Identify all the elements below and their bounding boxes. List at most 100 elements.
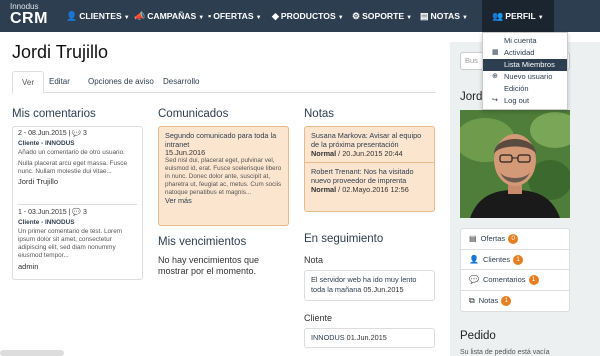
- nav-clientes-label: CLIENTES: [79, 11, 122, 21]
- nav-clientes[interactable]: 👤 CLIENTES ▼: [66, 0, 130, 32]
- menu-label: Log out: [504, 96, 530, 105]
- brand-logo[interactable]: Innodus CRM: [10, 3, 48, 27]
- nav-notas[interactable]: ▤ NOTAS ▼: [420, 0, 468, 32]
- nav-perfil[interactable]: 👥 PERFIL ▼: [482, 0, 554, 32]
- menu-label: Edición: [504, 84, 529, 93]
- megaphone-icon: 📣: [134, 11, 146, 21]
- comunicado-title-link[interactable]: Segundo comunicado para toda la intranet: [165, 131, 282, 149]
- nav-soporte-label: SOPORTE: [362, 11, 405, 21]
- tab-editar[interactable]: Editar: [40, 71, 79, 93]
- speech-bubble-icon: 💬: [72, 209, 82, 216]
- support-icon: ⚙: [352, 11, 361, 21]
- comunicado-card: Segundo comunicado para toda la intranet…: [158, 126, 289, 226]
- menu-label: Lista Miembros: [504, 60, 555, 69]
- comment-author: Jordi Trujillo: [18, 177, 59, 187]
- comments-card: 2 - 08.Jun.2015 | 💬 3 Cliente - INNODUS …: [12, 126, 143, 280]
- nota-priority: Normal: [311, 185, 337, 194]
- sidebar-item-label: Comentarios: [482, 275, 526, 284]
- nota-date: / 20.Jun.2015 20:44: [336, 149, 403, 158]
- nota-priority: Normal: [311, 149, 337, 158]
- briefcase-icon: ▪: [208, 11, 212, 21]
- sidebar-item-ofertas[interactable]: ▤ Ofertas 0: [461, 229, 569, 250]
- comment-client-link[interactable]: Cliente - INNODUS: [18, 219, 137, 227]
- nav-ofertas[interactable]: ▪ OFERTAS ▼: [208, 0, 262, 32]
- plus-circle-icon: ⊕: [492, 73, 498, 80]
- sidebar-item-label: Clientes: [482, 254, 511, 264]
- speech-bubble-icon: 💬: [72, 130, 82, 137]
- notas-card: Susana Markova: Avisar al equipo de la p…: [304, 126, 435, 212]
- speech-bubble-icon: 💬: [469, 275, 479, 284]
- nota-title-link[interactable]: Robert Trenant: Nos ha visitado nuevo pr…: [311, 167, 428, 185]
- menu-lista-miembros[interactable]: Lista Miembros: [483, 59, 567, 71]
- brand-large: CRM: [10, 10, 48, 27]
- menu-edicion[interactable]: Edición: [483, 83, 567, 95]
- seguimiento-cliente-item[interactable]: INNODUS 01.Jun.2015: [304, 328, 435, 348]
- comment-text: Un primer comentario de test. Lorem ipsu…: [18, 227, 123, 260]
- nav-soporte[interactable]: ⚙ SOPORTE ▼: [352, 0, 412, 32]
- user-icon: 👤: [66, 11, 78, 21]
- comment-date: 1 - 03.Jun.2015 |: [18, 209, 71, 216]
- seguimiento-nota-item[interactable]: El servidor web ha ido muy lento toda la…: [304, 270, 435, 301]
- seguimiento-cliente-label: Cliente: [304, 313, 333, 323]
- notas-heading: Notas: [304, 108, 335, 120]
- user-photo: [460, 110, 570, 218]
- tab-opciones-de-aviso[interactable]: Opciones de aviso: [79, 71, 163, 93]
- nav-productos[interactable]: ◆ PRODUCTOS ▼: [272, 0, 344, 32]
- caret-down-icon: ▼: [337, 15, 344, 21]
- top-navbar: Innodus CRM 👤 CLIENTES ▼ 📣 CAMPAÑAS ▼ ▪ OFERT…: [0, 0, 600, 32]
- comment-client-link[interactable]: Cliente - INNODUS: [18, 140, 137, 148]
- sidebar-item-label: Notas: [478, 295, 499, 305]
- comment-item: 2 - 08.Jun.2015 | 💬 3 Cliente - INNODUS …: [18, 130, 137, 204]
- tab-desarrollo[interactable]: Desarrollo: [154, 71, 208, 93]
- nav-ofertas-label: OFERTAS: [213, 11, 254, 21]
- caret-down-icon: ▼: [123, 15, 130, 21]
- menu-nuevo-usuario[interactable]: ⊕ Nuevo usuario: [483, 71, 567, 83]
- user-photo-image: [460, 110, 570, 218]
- count-badge: 1: [528, 275, 539, 286]
- pedido-heading: Pedido: [460, 330, 496, 342]
- comunicado-date: 15.Jun.2016: [165, 148, 206, 157]
- count-badge: 0: [508, 234, 519, 245]
- copy-icon: ⧉: [469, 295, 475, 305]
- nav-notas-label: NOTAS: [430, 11, 460, 21]
- caret-down-icon: ▼: [537, 15, 544, 21]
- calendar-icon: ▦: [492, 49, 499, 56]
- menu-actividad[interactable]: ▦ Actividad: [483, 47, 567, 59]
- tab-bar: Ver Editar Opciones de aviso Desarrollo: [12, 71, 436, 94]
- seguimiento-cliente-date: 01.Jun.2015: [344, 333, 387, 342]
- menu-log-out[interactable]: ↪ Log out: [483, 95, 567, 107]
- caret-down-icon: ▼: [255, 15, 262, 21]
- sidebar-item-comentarios[interactable]: 💬 Comentarios 1: [461, 270, 569, 291]
- sidebar-links: ▤ Ofertas 0 👤 Clientes 1 💬 Comentarios 1 ⧉ Nota…: [460, 228, 570, 312]
- ver-mas-link[interactable]: Ver más: [165, 197, 282, 205]
- seguimiento-nota-date: 05.Jun.2015: [361, 284, 404, 294]
- pedido-empty-text: Su lista de pedido está vacía: [460, 349, 550, 356]
- nav-perfil-label: PERFIL: [505, 11, 536, 21]
- menu-mi-cuenta[interactable]: Mi cuenta: [483, 35, 567, 47]
- horizontal-scrollbar[interactable]: [0, 350, 64, 356]
- notes-icon: ▤: [420, 11, 429, 21]
- mis-vencimientos-heading: Mis vencimientos: [158, 236, 247, 248]
- nav-productos-label: PRODUCTOS: [280, 11, 336, 21]
- nota-title-link[interactable]: Susana Markova: Avisar al equipo de la p…: [311, 131, 428, 149]
- perfil-dropdown-menu: Mi cuenta ▦ Actividad Lista Miembros ⊕ Nue…: [482, 32, 568, 110]
- comment-head: 2 - 08.Jun.2015 | 💬 3: [18, 130, 137, 138]
- sidebar-item-notas[interactable]: ⧉ Notas 1: [461, 291, 569, 312]
- comment-text: Añado un comentario de otro usuario.: [18, 148, 125, 156]
- menu-label: Actividad: [504, 48, 535, 57]
- nota-item: Robert Trenant: Nos ha visitado nuevo pr…: [305, 163, 434, 198]
- caret-down-icon: ▼: [461, 15, 468, 21]
- user-icon: 👤: [469, 254, 479, 264]
- caret-down-icon: ▼: [406, 15, 413, 21]
- count-badge: 1: [501, 295, 512, 306]
- comment-date: 2 - 08.Jun.2015 |: [18, 130, 71, 137]
- comment-item: 1 - 03.Jun.2015 | 💬 3 Cliente - INNODUS …: [18, 205, 137, 271]
- sidebar-item-clientes[interactable]: 👤 Clientes 1: [461, 250, 569, 270]
- mis-comentarios-heading: Mis comentarios: [12, 108, 96, 120]
- users-icon: 👥: [492, 11, 504, 21]
- comment-count: 3: [83, 209, 87, 216]
- box-icon: ◆: [272, 11, 279, 21]
- nav-campanas[interactable]: 📣 CAMPAÑAS ▼: [134, 0, 204, 32]
- seguimiento-cliente-link[interactable]: INNODUS: [311, 333, 345, 342]
- logout-icon: ↪: [492, 97, 498, 104]
